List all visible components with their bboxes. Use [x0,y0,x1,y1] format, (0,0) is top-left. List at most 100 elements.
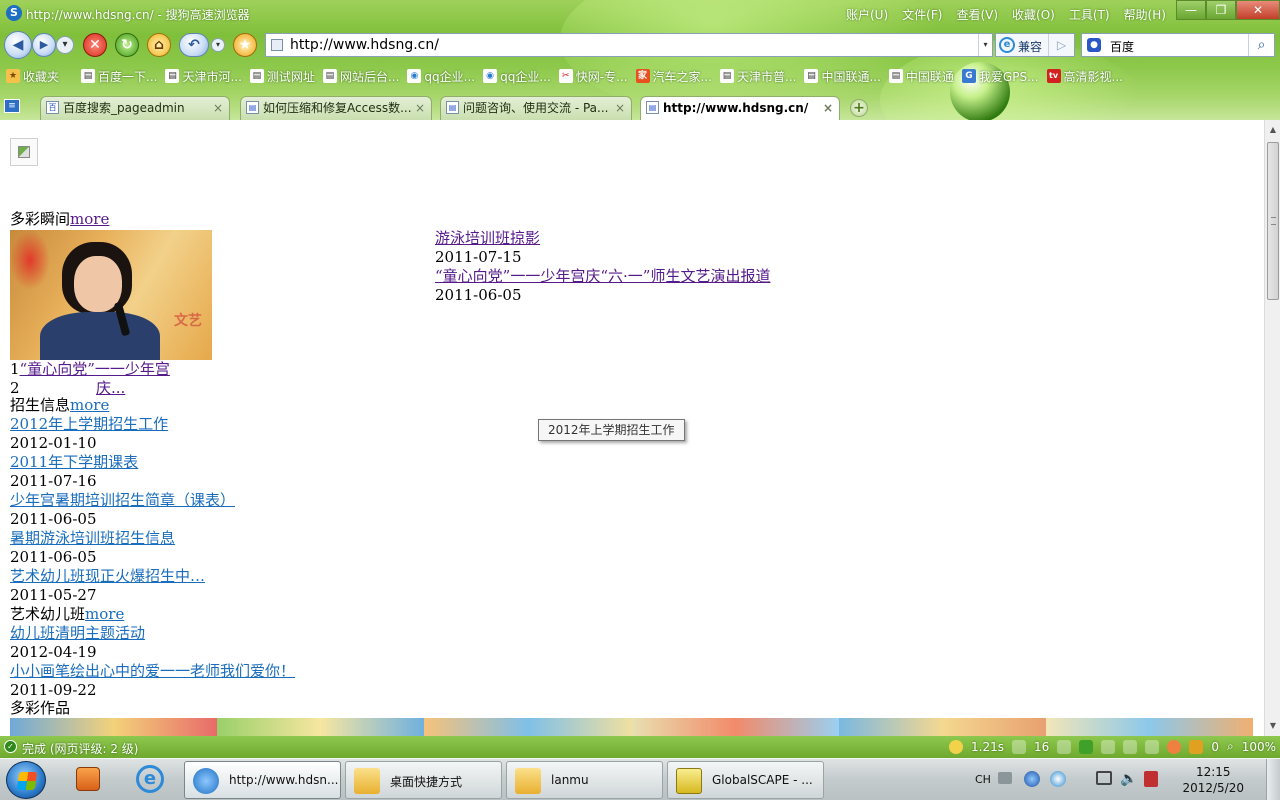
close-window-button[interactable]: ✕ [1236,0,1280,20]
close-tab-icon[interactable]: × [415,97,425,119]
favorite-item[interactable]: ▤ 天津市河... [163,66,243,86]
maximize-button[interactable]: ❐ [1206,0,1236,20]
undo-dropdown-button[interactable]: ▾ [211,38,225,52]
tab-hdsng-active[interactable]: ▤ http://www.hdsng.cn/ × [640,96,840,120]
menu-tools[interactable]: 工具(T) [1069,6,1110,23]
favorite-item[interactable]: G 我爱GPS... [960,66,1041,86]
favorites-menu[interactable]: ★ 收藏夹 [4,66,61,86]
forward-button[interactable]: ▶ [32,33,56,57]
skin-icon[interactable] [1167,739,1182,754]
taskbar-clock[interactable]: 12:15 2012/5/20 [1182,764,1244,796]
task-sogou-browser[interactable]: http://www.hdsn... [184,761,341,799]
stop-button[interactable]: ✕ [83,33,107,57]
keyboard-icon[interactable] [998,772,1012,784]
start-button[interactable] [6,761,46,799]
address-input[interactable] [290,36,970,54]
vertical-scrollbar[interactable]: ▲ ▼ [1264,120,1280,736]
ime-indicator[interactable]: CH [975,773,991,786]
home-button[interactable]: ⌂ [147,33,171,57]
volume-icon[interactable] [1101,739,1116,754]
menu-view[interactable]: 查看(V) [956,6,998,23]
go-icon[interactable]: ▷ [1048,34,1074,56]
task-desktop-shortcuts-folder[interactable]: 桌面快捷方式 [345,761,502,799]
tray-app-icon[interactable] [1024,771,1040,787]
task-globalscape[interactable]: GlobalSCAPE - ... [667,761,824,799]
enroll-item: 少年宫暑期培训招生简章（课表） [10,491,235,510]
tab-question-forum[interactable]: ▤ 问题咨询、使用交流 - Pa... × [440,96,632,120]
tab-bar: ≡ 百 百度搜索_pageadmin × ▤ 如何压缩和修复Access数...… [0,95,1280,120]
refresh-button[interactable]: ↻ [115,33,139,57]
history-dropdown-button[interactable]: ▾ [56,36,74,54]
menu-account[interactable]: 账户(U) [846,6,888,23]
favorite-item[interactable]: ▤ 中国联通... [802,66,882,86]
new-tab-button[interactable]: + [850,99,868,117]
favorite-item[interactable]: ▤ 百度一下... [79,66,159,86]
action-center-icon[interactable] [1144,771,1158,787]
minimize-button[interactable]: — [1176,0,1206,20]
system-tray: CH 🔈 12:15 2012/5/20 [960,759,1280,800]
search-box[interactable]: ● 百度 ⌕ [1081,33,1275,57]
enroll-link[interactable]: 2012年上学期招生工作 [10,415,168,433]
favorite-star-button[interactable]: ★ [233,33,257,57]
close-tab-icon[interactable]: × [823,97,833,119]
tab-baidu-search[interactable]: 百 百度搜索_pageadmin × [40,96,230,120]
moments-more-link[interactable]: more [70,210,109,228]
search-icon[interactable]: ⌕ [1248,34,1274,56]
news-link[interactable]: 游泳培训班掠影 [435,229,540,247]
scroll-down-icon[interactable]: ▼ [1265,718,1280,734]
kids-more-link[interactable]: more [85,605,124,623]
favorite-item[interactable]: ✂ 快网-专... [557,66,630,86]
menu-favorites[interactable]: 收藏(O) [1012,6,1055,23]
zoom-level[interactable]: 100% [1242,740,1276,754]
favorite-item[interactable]: ◉ qq企业... [481,66,553,86]
show-desktop-button[interactable] [1266,759,1280,800]
favorite-item[interactable]: ▤ 天津市普... [718,66,798,86]
task-lanmu-folder[interactable]: lanmu [506,761,663,799]
speed-icon[interactable] [949,739,964,754]
back-button[interactable]: ◀ [4,31,32,59]
undo-close-tab-button[interactable]: ↶ [179,33,209,57]
close-tab-icon[interactable]: × [615,97,625,119]
pen-icon[interactable] [1145,739,1160,754]
page-icon: ▤ [888,69,903,83]
favorite-item[interactable]: 家 汽车之家... [634,66,714,86]
tab-access-repair[interactable]: ▤ 如何压缩和修复Access数... × [240,96,432,120]
scroll-up-icon[interactable]: ▲ [1265,122,1280,138]
close-tab-icon[interactable]: × [213,97,223,119]
speaker-icon[interactable]: 🔈 [1120,771,1137,787]
slideshow-photo[interactable]: 文艺 [10,230,212,360]
slide-caption-link[interactable]: 庆... [96,379,125,397]
favorite-item[interactable]: tv 高清影视... [1045,66,1125,86]
media-player-pinned[interactable] [66,763,110,797]
download-icon[interactable] [1079,739,1094,754]
enroll-link[interactable]: 暑期游泳培训班招生信息 [10,529,175,547]
slide-caption-link[interactable]: “童心向党”一一少年宫 [20,360,170,378]
person-icon[interactable] [1057,739,1072,754]
shield-icon[interactable] [1189,739,1204,754]
menu-file[interactable]: 文件(F) [902,6,942,23]
address-bar[interactable]: ▾ [265,33,993,57]
enroll-link[interactable]: 2011年下学期课表 [10,453,138,471]
kids-link[interactable]: 幼儿班清明主题活动 [10,624,145,642]
menu-help[interactable]: 帮助(H) [1124,6,1166,23]
tab-list-icon[interactable]: ≡ [4,99,20,113]
compat-mode-button[interactable]: e 兼容 ▷ [995,33,1075,57]
enroll-more-link[interactable]: more [70,396,109,414]
kids-link[interactable]: 小小画笔绘出心中的爱一一老师我们爱你！ [10,662,295,680]
address-dropdown-icon[interactable]: ▾ [978,34,992,56]
network-icon[interactable] [1096,771,1112,785]
favorite-item[interactable]: ▤ 网站后台... [321,66,401,86]
enroll-link[interactable]: 艺术幼儿班现正火爆招生中… [10,567,205,585]
artwork-banner[interactable] [10,718,1253,736]
window-icon[interactable] [1123,739,1138,754]
ie-pinned[interactable]: e [128,763,172,797]
favorite-item[interactable]: ▤ 中国联通 [887,66,956,86]
news-link[interactable]: “童心向党”一一少年宫庆“六·一”师生文艺演出报道 [435,267,770,285]
tray-app-icon[interactable] [1050,771,1066,787]
favorite-item[interactable]: ◉ qq企业... [405,66,477,86]
scroll-thumb[interactable] [1267,142,1279,300]
favorite-item[interactable]: ▤ 测试网址 [248,66,317,86]
enroll-link[interactable]: 少年宫暑期培训招生简章（课表） [10,491,235,509]
block-icon[interactable] [1012,739,1027,754]
zoom-icon[interactable]: ⌕ [1227,739,1234,754]
